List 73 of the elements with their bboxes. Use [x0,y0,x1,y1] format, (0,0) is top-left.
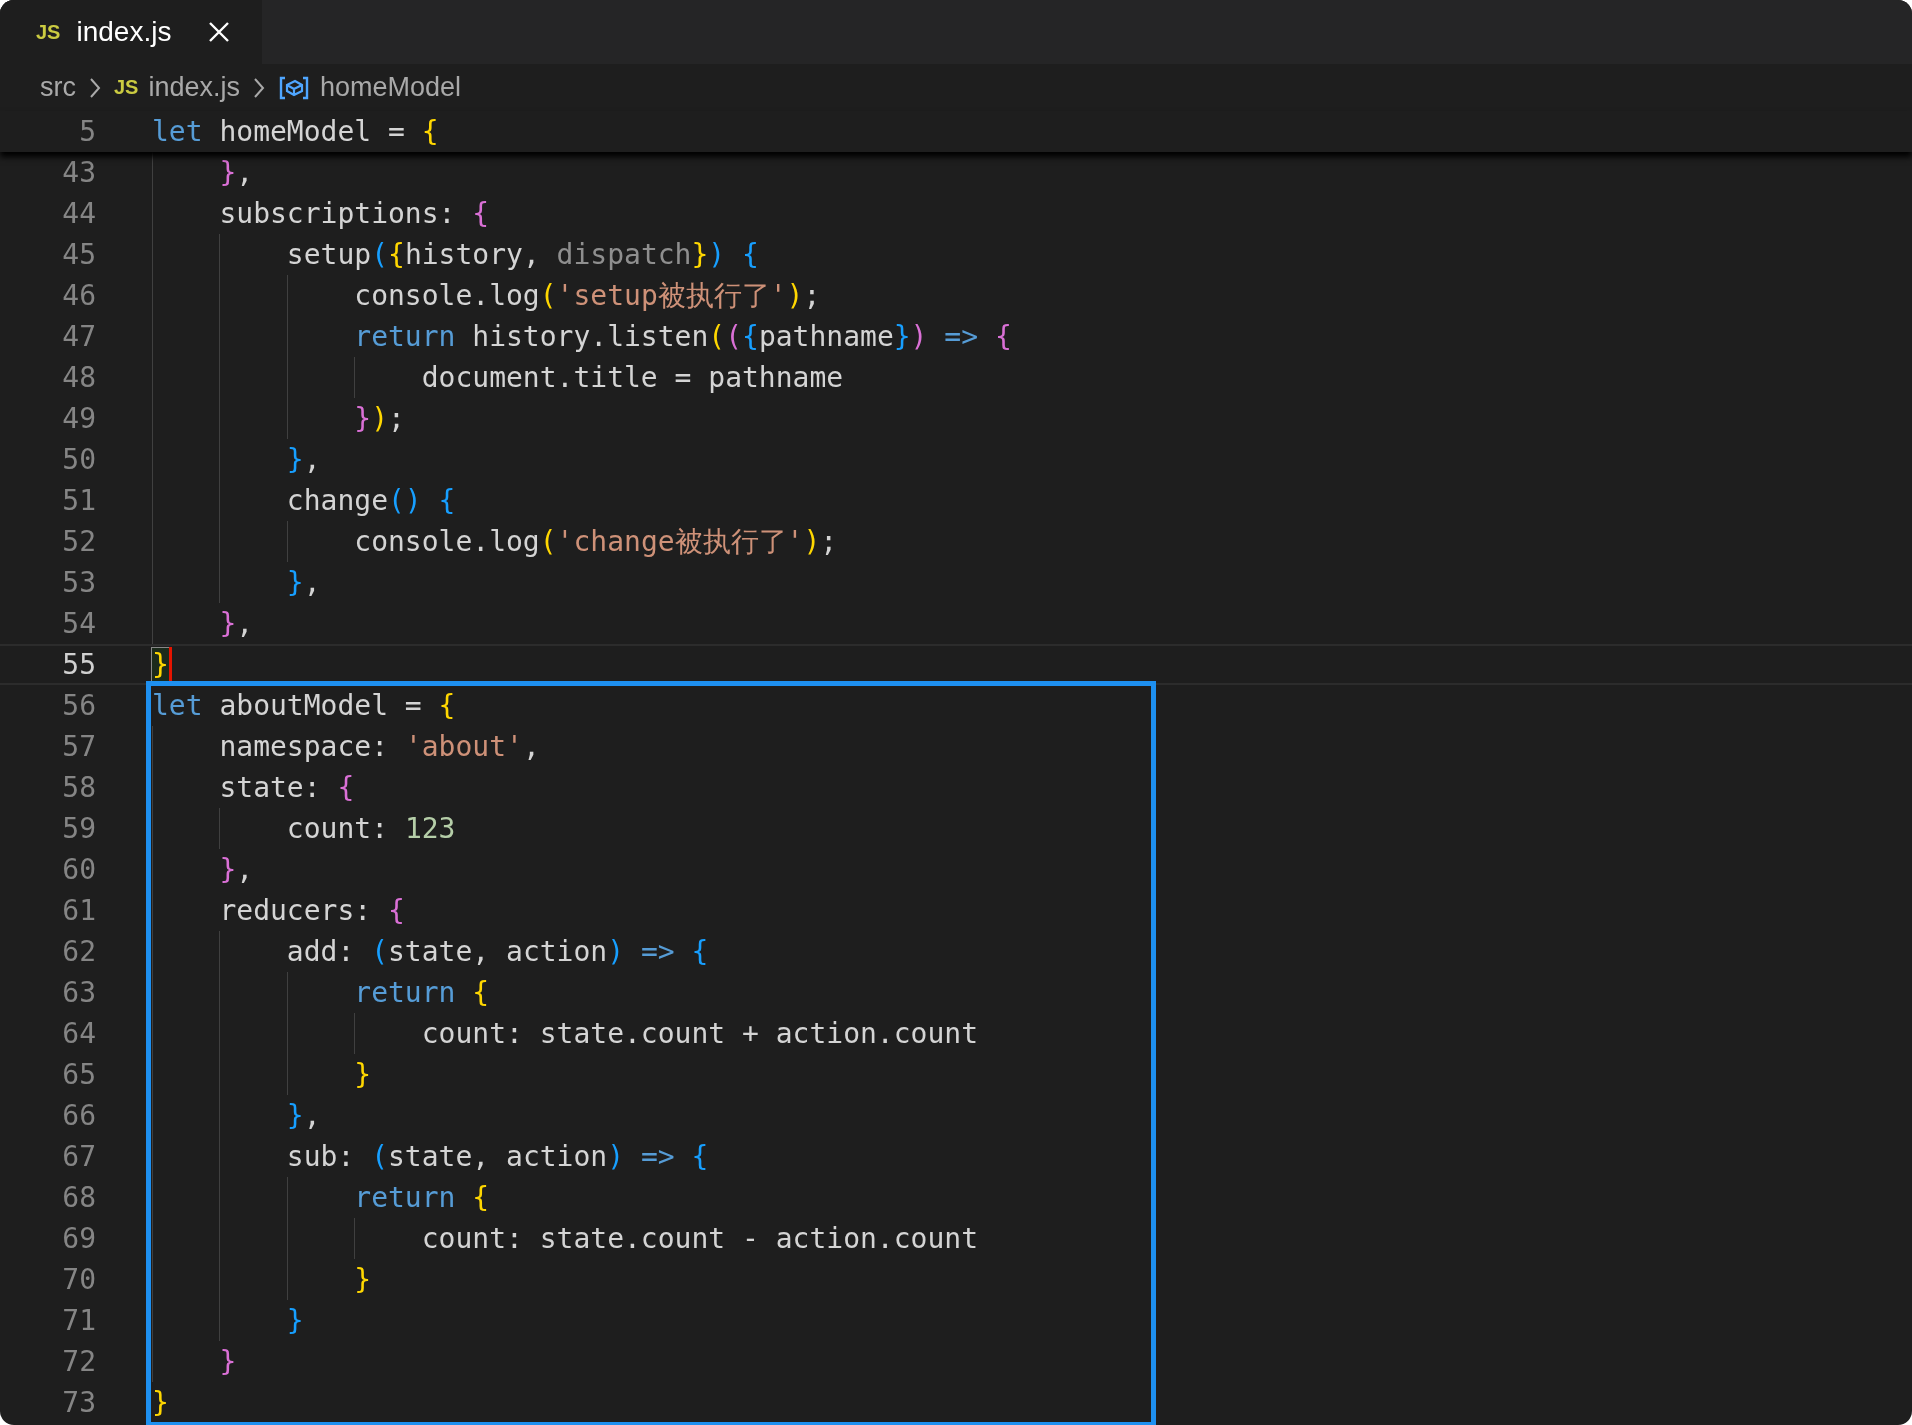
code-line: add: (state, action) => { [285,935,709,968]
line-number: 58 [61,771,96,804]
code-line: let homeModel = { [152,115,439,148]
line-number: 67 [61,1140,96,1173]
code-line: document.title = pathname [420,361,844,394]
breadcrumb-item[interactable]: homeModel [320,72,462,103]
code-line: } [353,1058,372,1091]
line-number: 71 [61,1304,96,1337]
breadcrumb-item[interactable]: src [40,72,76,103]
line-number: 52 [61,525,96,558]
code-line: }, [218,607,254,640]
line-number: 45 [61,238,96,271]
line-number: 59 [61,812,96,845]
code-line: subscriptions: { [218,197,490,230]
variable-icon [278,74,310,101]
code-line: } [218,1345,237,1378]
line-number: 49 [61,402,96,435]
line-number: 44 [61,197,96,230]
line-number: 53 [61,566,96,599]
code-line: }, [285,566,321,599]
line-number: 56 [61,689,96,722]
code-line: count: state.count - action.count [420,1222,978,1255]
line-number: 60 [61,853,96,886]
editor-tab[interactable]: JS index.js [0,0,262,64]
breadcrumb-item[interactable]: index.js [148,72,240,103]
line-number: 46 [61,279,96,312]
js-file-icon: JS [114,76,139,99]
line-number: 72 [61,1345,96,1378]
chevron-icon [252,76,266,99]
code-line: return history.listen(({pathname}) => { [353,320,1012,353]
line-number: 61 [61,894,96,927]
code-line: }, [285,1099,321,1132]
code-line: } [285,1304,304,1337]
code-line: setup({history, dispatch}) { [285,238,759,271]
code-line: console.log('change被执行了'); [353,523,838,560]
line-number: 51 [61,484,96,517]
code-line: console.log('setup被执行了'); [353,277,821,314]
line-number: 43 [61,156,96,189]
code-line: }); [353,402,405,435]
line-number: 69 [61,1222,96,1255]
line-number: 70 [61,1263,96,1296]
code-line: }, [218,853,254,886]
code-line: } [353,1263,372,1296]
line-number: 68 [61,1181,96,1214]
line-number: 62 [61,935,96,968]
line-number: 50 [61,443,96,476]
code-line: sub: (state, action) => { [285,1140,709,1173]
code-line: } [152,1386,169,1419]
line-number: 47 [61,320,96,353]
code-line: count: 123 [285,812,456,845]
code-line: count: state.count + action.count [420,1017,978,1050]
line-number: 63 [61,976,96,1009]
line-number: 5 [78,115,96,148]
code-line: reducers: { [218,894,405,927]
code-line: }, [285,443,321,476]
code-line: state: { [218,771,355,804]
code-line: namespace: 'about', [218,730,540,763]
line-number: 54 [61,607,96,640]
code-line: }, [218,156,254,189]
line-number: 66 [61,1099,96,1132]
close-icon[interactable] [208,21,230,43]
line-number: 55 [61,648,96,681]
code-line: return { [353,1181,490,1214]
line-number: 73 [61,1386,96,1419]
line-number: 48 [61,361,96,394]
line-number: 64 [61,1017,96,1050]
text-cursor [168,646,172,683]
chevron-icon [88,76,102,99]
line-number: 65 [61,1058,96,1091]
code-line: let aboutModel = { [152,689,456,722]
code-line: change() { [285,484,456,517]
code-line: return { [353,976,490,1009]
line-number: 57 [61,730,96,763]
